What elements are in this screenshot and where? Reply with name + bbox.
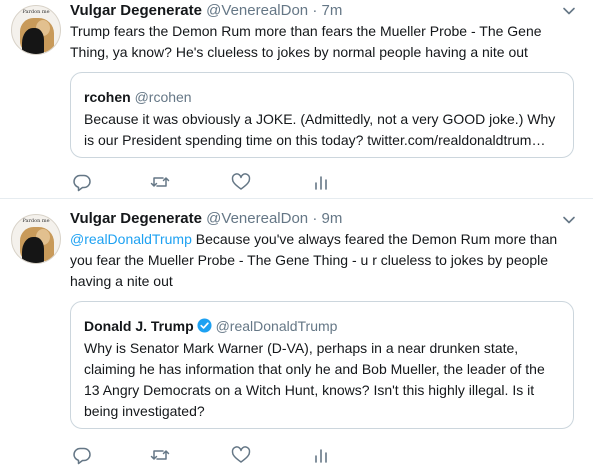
- tweet-header: Vulgar Degenerate @VenerealDon · 7m: [70, 2, 342, 20]
- avatar[interactable]: Pardon me: [11, 214, 61, 264]
- avatar[interactable]: Pardon me: [11, 5, 61, 55]
- retweet-icon[interactable]: [150, 445, 170, 465]
- timestamp[interactable]: 9m: [321, 210, 342, 227]
- tweet-1[interactable]: Pardon me Vulgar Degenerate @VenerealDon…: [0, 0, 593, 199]
- tweet-text: Trump fears the Demon Rum more than fear…: [70, 23, 542, 60]
- tweet-actions: [70, 445, 570, 465]
- reply-icon[interactable]: [72, 172, 92, 192]
- avatar-caption: Pardon me: [22, 218, 50, 224]
- tweet-header: Vulgar Degenerate @VenerealDon · 9m: [70, 210, 342, 228]
- tweet-text: @realDonaldTrump Because you've always f…: [70, 229, 582, 292]
- analytics-icon[interactable]: [311, 445, 331, 465]
- avatar-caption: Pardon me: [22, 9, 50, 15]
- quoted-author-name: Donald J. Trump: [84, 318, 194, 334]
- chevron-down-icon[interactable]: [562, 213, 576, 227]
- author-name[interactable]: Vulgar Degenerate: [70, 210, 202, 227]
- tweet-actions: [70, 172, 570, 192]
- quoted-tweet-header: Donald J. Trump @realDonaldTrump: [84, 317, 337, 335]
- tweet-2[interactable]: Pardon me Vulgar Degenerate @VenerealDon…: [0, 199, 593, 475]
- like-icon[interactable]: [231, 172, 251, 192]
- author-handle[interactable]: @VenerealDon: [206, 2, 308, 19]
- quoted-tweet[interactable]: Donald J. Trump @realDonaldTrump Why is …: [70, 301, 574, 429]
- timestamp[interactable]: 7m: [321, 2, 342, 19]
- separator: ·: [312, 210, 318, 227]
- quoted-author-handle: @rcohen: [134, 89, 192, 105]
- verified-badge-icon: [197, 318, 212, 333]
- retweet-icon[interactable]: [150, 172, 170, 192]
- author-handle[interactable]: @VenerealDon: [206, 210, 308, 227]
- chevron-down-icon[interactable]: [562, 4, 576, 18]
- quoted-tweet-text: Because it was obviously a JOKE. (Admitt…: [84, 111, 556, 148]
- quoted-author-handle: @realDonaldTrump: [215, 318, 338, 334]
- reply-icon[interactable]: [72, 445, 92, 465]
- quoted-tweet-text: Why is Senator Mark Warner (D-VA), perha…: [84, 340, 545, 419]
- mention-link[interactable]: @realDonaldTrump: [70, 231, 192, 247]
- quoted-tweet-header: rcohen @rcohen: [84, 88, 192, 106]
- quoted-tweet[interactable]: rcohen @rcohen Because it was obviously …: [70, 72, 574, 158]
- avatar-hair: [22, 28, 44, 54]
- separator: ·: [312, 2, 318, 19]
- avatar-hair: [22, 237, 44, 263]
- author-name[interactable]: Vulgar Degenerate: [70, 2, 202, 19]
- like-icon[interactable]: [231, 445, 251, 465]
- analytics-icon[interactable]: [311, 172, 331, 192]
- quoted-author-name: rcohen: [84, 89, 131, 105]
